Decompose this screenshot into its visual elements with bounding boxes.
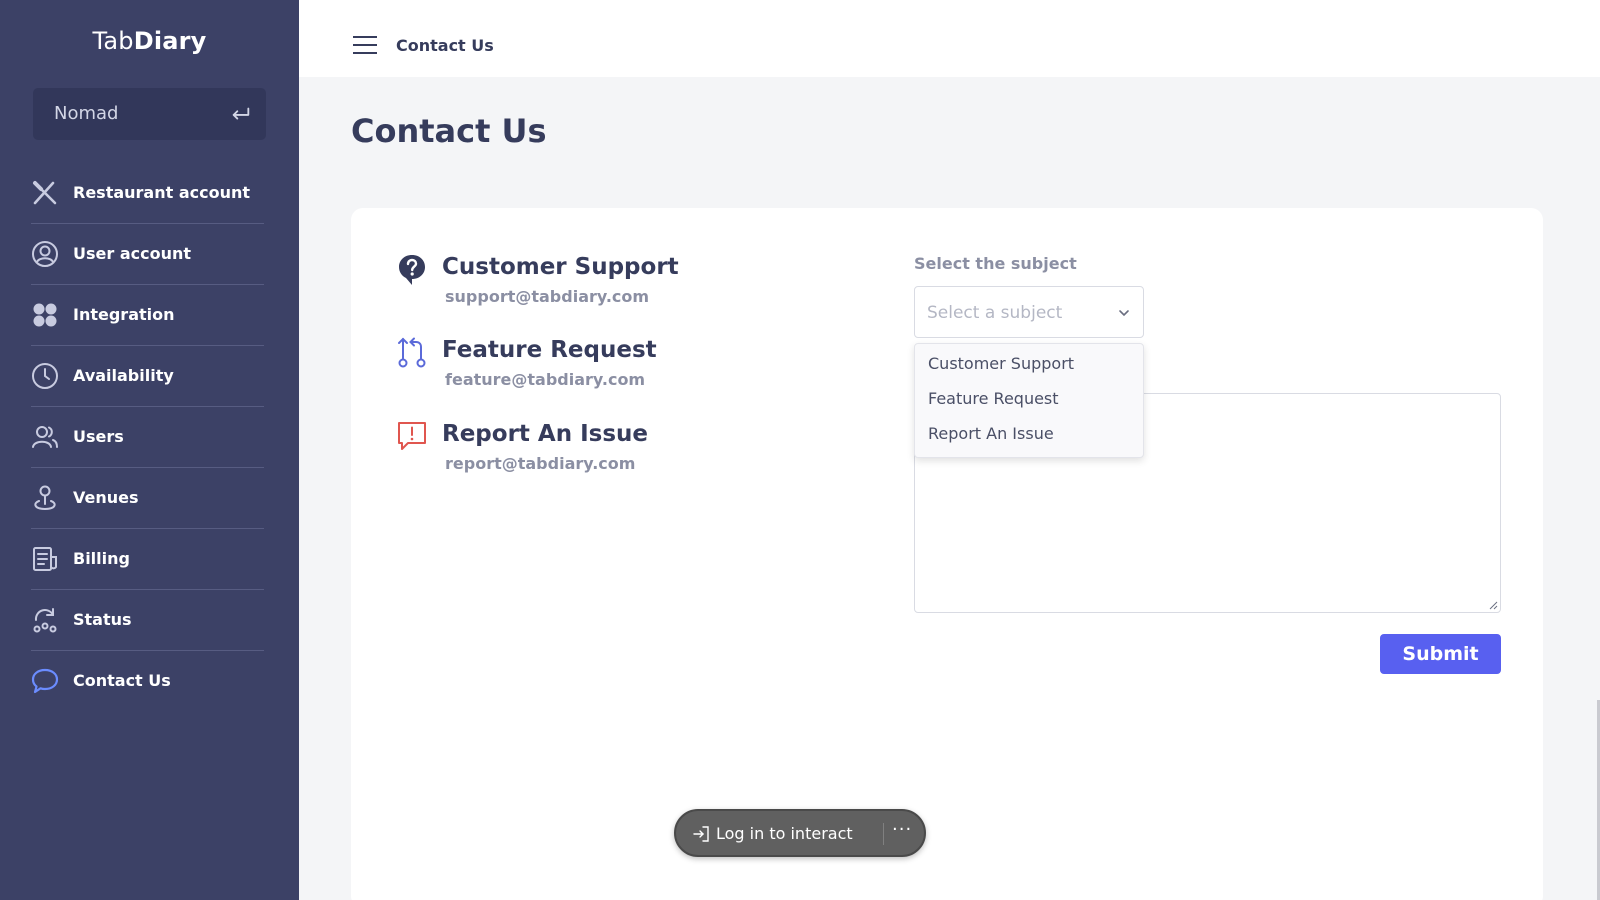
sidebar-item-label: User account xyxy=(73,244,192,263)
contact-email[interactable]: feature@tabdiary.com xyxy=(445,370,645,389)
status-icon xyxy=(33,608,57,633)
report-icon xyxy=(398,422,426,450)
sidebar-item-label: Contact Us xyxy=(73,671,171,690)
top-bar: Contact Us xyxy=(299,0,1600,77)
divider xyxy=(883,823,884,845)
contact-title: Customer Support xyxy=(442,254,679,280)
sidebar-item-label: Integration xyxy=(73,305,175,324)
sidebar-item-venues[interactable]: Venues xyxy=(31,468,264,529)
sidebar-item-label: Status xyxy=(73,610,132,629)
subject-option[interactable]: Report An Issue xyxy=(915,414,1143,449)
git-pull-icon xyxy=(398,337,426,368)
logo-text-bold: Diary xyxy=(133,27,207,55)
user-circle-icon xyxy=(32,241,58,267)
sidebar-item-restaurant-account[interactable]: Restaurant account xyxy=(31,163,264,224)
logo-text-light: Tab xyxy=(92,27,134,55)
subject-dropdown: Customer Support Feature Request Report … xyxy=(914,343,1144,458)
sidebar-item-availability[interactable]: Availability xyxy=(31,346,264,407)
page-title: Contact Us xyxy=(351,112,547,150)
contact-email[interactable]: support@tabdiary.com xyxy=(445,287,649,306)
breadcrumb: Contact Us xyxy=(396,36,494,55)
sidebar-item-label: Venues xyxy=(73,488,139,507)
sidebar-item-label: Billing xyxy=(73,549,130,568)
question-icon xyxy=(399,255,425,285)
utensils-icon xyxy=(33,181,57,205)
sidebar-item-user-account[interactable]: User account xyxy=(31,224,264,285)
subject-select-placeholder: Select a subject xyxy=(927,303,1063,323)
sidebar-nav: Restaurant account User account Integrat… xyxy=(31,163,264,712)
more-options-icon[interactable]: ··· xyxy=(892,819,912,840)
chat-bubble-icon xyxy=(31,668,59,694)
chevron-down-icon xyxy=(1119,310,1129,317)
sidebar: TabDiary Nomad Restaurant account User a… xyxy=(0,0,299,900)
sidebar-item-integration[interactable]: Integration xyxy=(31,285,264,346)
clock-icon xyxy=(32,363,58,389)
contact-card: Customer Support support@tabdiary.com Fe… xyxy=(351,208,1543,900)
subject-option[interactable]: Feature Request xyxy=(915,379,1143,414)
users-icon xyxy=(32,426,58,448)
login-icon xyxy=(693,826,709,842)
subject-select[interactable]: Select a subject xyxy=(914,286,1144,338)
subject-label: Select the subject xyxy=(914,254,1077,273)
contact-title: Feature Request xyxy=(442,337,657,363)
sidebar-item-label: Users xyxy=(73,427,124,446)
sidebar-item-status[interactable]: Status xyxy=(31,590,264,651)
sidebar-item-contact-us[interactable]: Contact Us xyxy=(31,651,264,712)
switch-venue-icon[interactable] xyxy=(230,103,252,125)
login-overlay: Log in to interact ··· xyxy=(674,809,926,857)
sidebar-item-label: Availability xyxy=(73,366,174,385)
sidebar-item-label: Restaurant account xyxy=(73,183,251,202)
resize-handle-icon[interactable] xyxy=(1488,600,1498,610)
venue-name: Nomad xyxy=(54,103,119,124)
sidebar-item-billing[interactable]: Billing xyxy=(31,529,264,590)
grid-icon xyxy=(33,303,57,327)
contact-email[interactable]: report@tabdiary.com xyxy=(445,454,635,473)
submit-button[interactable]: Submit xyxy=(1380,634,1501,674)
venue-selector[interactable]: Nomad xyxy=(33,88,266,140)
hamburger-menu-icon[interactable] xyxy=(353,36,377,54)
location-pin-icon xyxy=(34,485,56,511)
contact-title: Report An Issue xyxy=(442,421,649,447)
login-button[interactable]: Log in to interact xyxy=(716,824,853,843)
subject-option[interactable]: Customer Support xyxy=(915,344,1143,379)
billing-icon xyxy=(33,547,57,571)
sidebar-item-users[interactable]: Users xyxy=(31,407,264,468)
app-logo[interactable]: TabDiary xyxy=(0,27,299,55)
